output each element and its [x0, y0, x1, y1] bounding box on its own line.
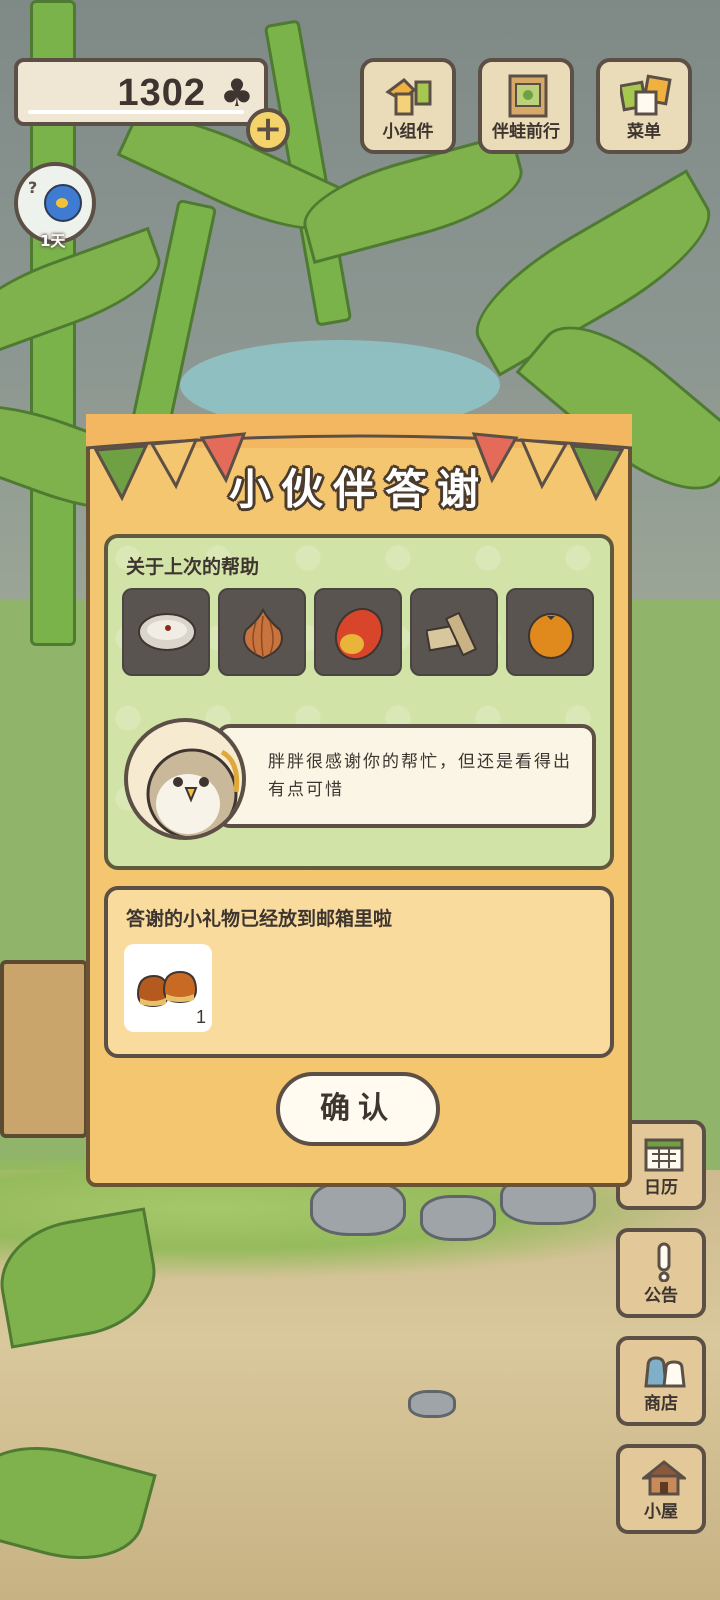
shop-label: 商店	[644, 1394, 678, 1414]
clover-counter: 1302 ♣	[14, 58, 268, 126]
menu-button[interactable]: 菜单	[596, 58, 692, 154]
item-slot[interactable]	[314, 588, 402, 676]
notice-button[interactable]: 公告	[616, 1228, 706, 1318]
help-items-row	[122, 588, 596, 678]
clover-amount: 1302	[117, 72, 206, 114]
speech-row: 胖胖很感谢你的帮忙，但还是看得出有点可惜	[124, 718, 596, 842]
item-slot[interactable]	[410, 588, 498, 676]
gift-panel-title: 答谢的小礼物已经放到邮箱里啦	[126, 908, 393, 930]
friend-thanks-dialog: 小伙伴答谢 关于上次的帮助 胖胖很感谢你的帮忙，但还是看得出有点可惜 答谢的小礼…	[86, 414, 632, 1187]
widget-button[interactable]: 小组件	[360, 58, 456, 154]
counter-underline	[28, 110, 244, 114]
add-clover-button[interactable]: +	[246, 108, 290, 152]
house-button[interactable]: 小屋	[616, 1444, 706, 1534]
rock	[310, 1180, 406, 1236]
onion-icon	[243, 607, 283, 660]
gift-item-count: 1	[195, 1007, 206, 1027]
gift-item-slot[interactable]: 1	[124, 944, 212, 1032]
chestnut-icon	[136, 970, 198, 1008]
house-icon	[642, 1460, 686, 1496]
frog-journey-button[interactable]: 伴蛙前行	[478, 58, 574, 154]
help-panel-title: 关于上次的帮助	[126, 556, 260, 578]
dialog-title: 小伙伴答谢	[228, 465, 489, 514]
day-count-label: 1天	[40, 232, 66, 250]
shop-button[interactable]: 商店	[616, 1336, 706, 1426]
house-label: 小屋	[644, 1502, 678, 1522]
speech-bubble: 胖胖很感谢你的帮忙，但还是看得出有点可惜	[216, 724, 596, 828]
notice-label: 公告	[644, 1286, 678, 1306]
calendar-icon	[644, 1138, 684, 1172]
calendar-label: 日历	[644, 1178, 678, 1198]
widget-icon	[385, 78, 432, 116]
map-icon	[508, 74, 548, 118]
menu-cards-icon	[620, 74, 672, 116]
tofu-icon	[426, 611, 478, 657]
clover-icon: ♣	[219, 71, 254, 115]
chubby-bird-avatar	[124, 718, 246, 840]
frog-journey-label: 伴蛙前行	[492, 122, 560, 142]
rock	[420, 1195, 496, 1241]
widget-button-label: 小组件	[382, 122, 434, 142]
exclamation-icon	[657, 1242, 671, 1282]
rock	[408, 1390, 456, 1418]
item-slot[interactable]	[506, 588, 594, 676]
gift-panel: 答谢的小礼物已经放到邮箱里啦 1	[104, 886, 614, 1058]
orange-icon	[528, 613, 574, 659]
bowl-icon	[138, 613, 196, 651]
shop-bag-icon	[644, 1356, 686, 1388]
mango-icon	[334, 607, 384, 661]
help-panel: 关于上次的帮助 胖胖很感谢你的帮忙，但还是看得出有点可惜	[104, 534, 614, 870]
bird-icon	[44, 184, 82, 222]
thanks-message: 胖胖很感谢你的帮忙，但还是看得出有点可惜	[268, 752, 572, 800]
item-slot[interactable]	[218, 588, 306, 676]
question-mark-icon: ?	[28, 178, 38, 197]
menu-button-label: 菜单	[627, 122, 661, 142]
basket	[0, 960, 88, 1138]
item-slot[interactable]	[122, 588, 210, 676]
confirm-button[interactable]: 确认	[276, 1072, 440, 1146]
